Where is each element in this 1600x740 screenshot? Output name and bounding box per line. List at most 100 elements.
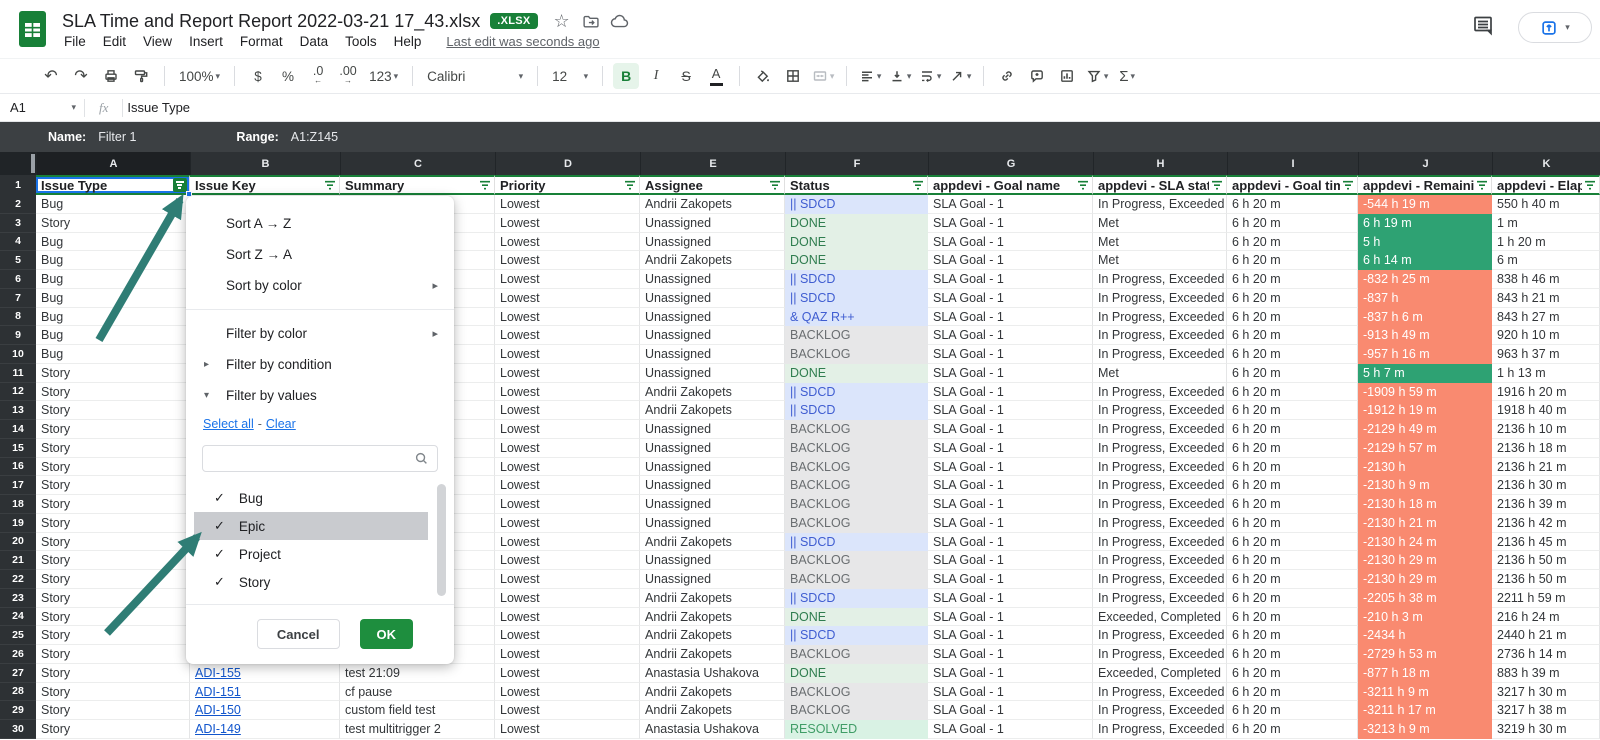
cell-g13[interactable]: SLA Goal - 1 [928,401,1093,420]
cell-f20[interactable]: || SDCD [785,533,928,552]
cell-a19[interactable]: Story [36,514,190,533]
select-all-corner[interactable] [0,152,36,175]
cell-h10[interactable]: In Progress, Exceeded [1093,345,1227,364]
cell-d8[interactable]: Lowest [495,308,640,327]
cell-h25[interactable]: In Progress, Exceeded [1093,626,1227,645]
cell-h8[interactable]: In Progress, Exceeded [1093,308,1227,327]
cell-j12[interactable]: -1909 h 59 m [1358,383,1492,402]
filter-icon[interactable] [322,180,337,191]
cell-g3[interactable]: SLA Goal - 1 [928,214,1093,233]
cell-k9[interactable]: 920 h 10 m [1492,326,1600,345]
cell-k13[interactable]: 1918 h 40 m [1492,401,1600,420]
cell-d10[interactable]: Lowest [495,345,640,364]
cell-h21[interactable]: In Progress, Exceeded [1093,551,1227,570]
text-wrap-button[interactable]: ▾ [917,63,943,89]
cell-h12[interactable]: In Progress, Exceeded [1093,383,1227,402]
column-header-j[interactable]: J [1358,152,1492,175]
cell-g5[interactable]: SLA Goal - 1 [928,251,1093,270]
cell-e8[interactable]: Unassigned [640,308,785,327]
cell-j3[interactable]: 6 h 19 m [1358,214,1492,233]
document-title[interactable]: SLA Time and Report Report 2022-03-21 17… [62,11,480,32]
cell-e4[interactable]: Unassigned [640,233,785,252]
cell-d24[interactable]: Lowest [495,608,640,627]
cell-k11[interactable]: 1 h 13 m [1492,364,1600,383]
zoom-select[interactable]: 100%▾ [175,63,224,89]
cell-d7[interactable]: Lowest [495,289,640,308]
cell-g28[interactable]: SLA Goal - 1 [928,683,1093,702]
italic-button[interactable]: I [643,63,669,89]
cell-i25[interactable]: 6 h 20 m [1227,626,1358,645]
header-cell-j1[interactable]: appdevi - Remaining [1358,175,1492,195]
cell-i29[interactable]: 6 h 20 m [1227,701,1358,720]
more-formats-button[interactable]: 123▾ [365,63,402,89]
cell-j19[interactable]: -2130 h 21 m [1358,514,1492,533]
cell-k18[interactable]: 2136 h 39 m [1492,495,1600,514]
undo-button[interactable]: ↶ [38,63,64,89]
cell-j10[interactable]: -957 h 16 m [1358,345,1492,364]
cell-d17[interactable]: Lowest [495,476,640,495]
move-folder-icon[interactable] [581,11,601,31]
cell-i7[interactable]: 6 h 20 m [1227,289,1358,308]
cell-g15[interactable]: SLA Goal - 1 [928,439,1093,458]
cell-j8[interactable]: -837 h 6 m [1358,308,1492,327]
cell-e24[interactable]: Andrii Zakopets [640,608,785,627]
cell-i2[interactable]: 6 h 20 m [1227,195,1358,214]
cell-j30[interactable]: -3213 h 9 m [1358,720,1492,739]
filter-value-bug[interactable]: ✓Bug [194,484,428,512]
cell-k10[interactable]: 963 h 37 m [1492,345,1600,364]
borders-button[interactable] [780,63,806,89]
cell-k25[interactable]: 2440 h 21 m [1492,626,1600,645]
cell-h9[interactable]: In Progress, Exceeded [1093,326,1227,345]
cell-j13[interactable]: -1912 h 19 m [1358,401,1492,420]
functions-button[interactable]: Σ▾ [1114,63,1140,89]
fill-color-button[interactable] [750,63,776,89]
cell-j7[interactable]: -837 h [1358,289,1492,308]
cell-i6[interactable]: 6 h 20 m [1227,270,1358,289]
name-box[interactable]: A1▾ [0,100,84,115]
cell-a7[interactable]: Bug [36,289,190,308]
cell-f26[interactable]: BACKLOG [785,645,928,664]
cell-d20[interactable]: Lowest [495,533,640,552]
row-number[interactable]: 23 [0,589,36,608]
header-cell-e1[interactable]: Assignee [640,175,785,195]
cell-f6[interactable]: || SDCD [785,270,928,289]
header-cell-b1[interactable]: Issue Key [190,175,340,195]
cell-f29[interactable]: BACKLOG [785,701,928,720]
cell-i18[interactable]: 6 h 20 m [1227,495,1358,514]
cell-h24[interactable]: Exceeded, Completed [1093,608,1227,627]
row-number[interactable]: 6 [0,270,36,289]
cell-i23[interactable]: 6 h 20 m [1227,589,1358,608]
row-number[interactable]: 22 [0,570,36,589]
filter-range-value[interactable]: A1:Z145 [291,130,338,144]
filter-icon[interactable] [767,180,782,191]
cell-i28[interactable]: 6 h 20 m [1227,683,1358,702]
cell-k30[interactable]: 3219 h 30 m [1492,720,1600,739]
cell-e25[interactable]: Andrii Zakopets [640,626,785,645]
menu-view[interactable]: View [143,34,172,49]
cell-f12[interactable]: || SDCD [785,383,928,402]
row-number[interactable]: 14 [0,420,36,439]
cell-e2[interactable]: Andrii Zakopets [640,195,785,214]
cell-i17[interactable]: 6 h 20 m [1227,476,1358,495]
cell-e20[interactable]: Andrii Zakopets [640,533,785,552]
comment-history-icon[interactable] [1471,13,1496,42]
cell-d2[interactable]: Lowest [495,195,640,214]
scrollbar-thumb[interactable] [437,484,446,596]
font-family-select[interactable]: Calibri▾ [423,63,527,89]
cell-h2[interactable]: In Progress, Exceeded [1093,195,1227,214]
collapse-triangle-icon[interactable]: ▾ [204,390,209,401]
clear-link[interactable]: Clear [266,417,296,431]
cell-h26[interactable]: In Progress, Exceeded [1093,645,1227,664]
cell-e6[interactable]: Unassigned [640,270,785,289]
cell-a15[interactable]: Story [36,439,190,458]
expand-triangle-icon[interactable]: ▸ [204,359,209,370]
cell-i4[interactable]: 6 h 20 m [1227,233,1358,252]
cell-i10[interactable]: 6 h 20 m [1227,345,1358,364]
cell-a27[interactable]: Story [36,664,190,683]
menu-help[interactable]: Help [394,34,422,49]
cell-k27[interactable]: 883 h 39 m [1492,664,1600,683]
cell-k5[interactable]: 6 m [1492,251,1600,270]
cell-d15[interactable]: Lowest [495,439,640,458]
cell-a23[interactable]: Story [36,589,190,608]
cell-j14[interactable]: -2129 h 49 m [1358,420,1492,439]
